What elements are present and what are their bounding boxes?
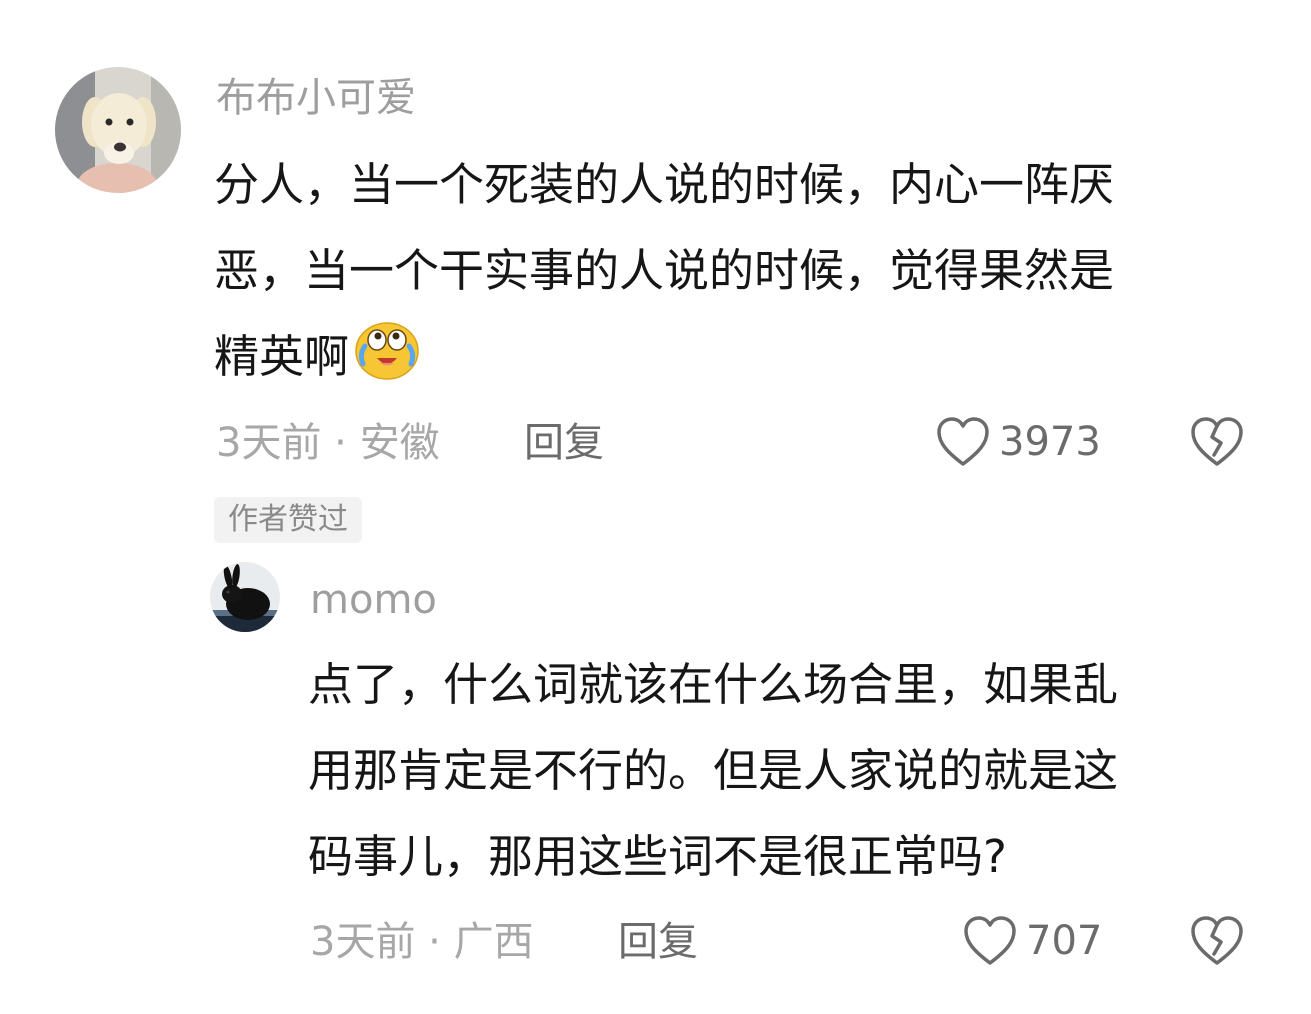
reply-button[interactable]: 回复 bbox=[618, 922, 698, 962]
comment-text: 点了，什么词就该在什么场合里，如果乱 用那肯定是不行的。但是人家说的就是这 码事… bbox=[308, 642, 1118, 900]
comment-thread: 布布小可爱 分人，当一个死装的人说的时候，内心一阵厌 恶，当一个干实事的人说的时… bbox=[0, 0, 1311, 1014]
laugh-cry-emoji-icon bbox=[353, 314, 421, 382]
comment-text-line: 码事儿，那用这些词不是很正常吗? bbox=[308, 830, 1007, 883]
comment-text-line: 用那肯定是不行的。但是人家说的就是这 bbox=[308, 744, 1119, 797]
like-button[interactable]: 707 bbox=[962, 914, 1102, 968]
author-liked-badge: 作者赞过 bbox=[214, 497, 362, 543]
comment-text-line: 精英啊 bbox=[214, 314, 1114, 400]
heart-icon bbox=[937, 417, 989, 466]
user-avatar[interactable] bbox=[210, 562, 280, 632]
like-button[interactable]: 3973 bbox=[935, 415, 1101, 469]
dislike-button[interactable] bbox=[1189, 415, 1245, 469]
heart-icon bbox=[964, 916, 1016, 965]
username[interactable]: momo bbox=[310, 580, 437, 620]
comment-text: 分人，当一个死装的人说的时候，内心一阵厌 恶，当一个干实事的人说的时候，觉得果然… bbox=[214, 142, 1114, 400]
comment-time-location: 3天前 · 广西 bbox=[310, 919, 534, 965]
broken-heart-icon bbox=[1191, 417, 1243, 466]
comment-text-line: 恶，当一个干实事的人说的时候，觉得果然是 bbox=[214, 244, 1115, 297]
like-count: 3973 bbox=[999, 419, 1101, 465]
like-count: 707 bbox=[1026, 918, 1103, 964]
broken-heart-icon bbox=[1191, 916, 1243, 965]
rabbit-avatar-icon bbox=[210, 562, 280, 632]
comment-time-location: 3天前 · 安徽 bbox=[216, 420, 440, 466]
comment-text-line: 分人，当一个死装的人说的时候，内心一阵厌 bbox=[214, 158, 1115, 211]
comment-text-line: 点了，什么词就该在什么场合里，如果乱 bbox=[308, 658, 1119, 711]
dislike-button[interactable] bbox=[1189, 914, 1245, 968]
reply-button[interactable]: 回复 bbox=[524, 423, 604, 463]
puppy-avatar-icon bbox=[55, 67, 181, 193]
user-avatar[interactable] bbox=[55, 67, 181, 193]
comment-text-segment: 精英啊 bbox=[214, 330, 350, 383]
username[interactable]: 布布小可爱 bbox=[216, 78, 416, 118]
